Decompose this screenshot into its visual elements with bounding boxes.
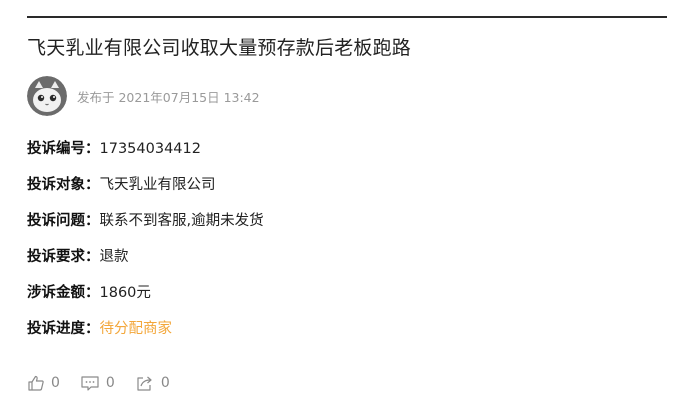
detail-label: 投诉要求： [27, 249, 100, 265]
detail-row-progress: 投诉进度：待分配商家 [27, 317, 172, 338]
top-divider [27, 16, 667, 18]
comment-count: 0 [105, 375, 115, 391]
detail-label: 投诉对象： [27, 177, 100, 193]
detail-label: 投诉进度： [27, 321, 100, 337]
action-bar: 0 0 0 [27, 372, 190, 394]
detail-value: 退款 [99, 249, 129, 265]
post-timestamp: 发布于 2021年07月15日 13:42 [77, 89, 260, 105]
detail-label: 涉诉金额： [27, 285, 100, 301]
detail-value: 飞天乳业有限公司 [99, 177, 216, 193]
detail-value: 联系不到客服,逾期未发货 [99, 213, 264, 229]
comment-button[interactable]: 0 [80, 374, 115, 392]
like-button[interactable]: 0 [27, 374, 60, 392]
like-count: 0 [51, 375, 60, 391]
detail-value: 1860元 [99, 285, 151, 301]
post-meta: 发布于 2021年07月15日 13:42 [27, 76, 260, 116]
share-button[interactable]: 0 [135, 374, 170, 392]
detail-row-complaint-number: 投诉编号：17354034412 [27, 137, 201, 158]
detail-row-complaint-issue: 投诉问题：联系不到客服,逾期未发货 [27, 209, 264, 230]
share-icon [137, 376, 152, 391]
comment-icon [81, 376, 99, 391]
thumbs-up-icon [28, 375, 44, 391]
page-title: 飞天乳业有限公司收取大量预存款后老板跑路 [27, 37, 412, 59]
detail-row-amount: 涉诉金额：1860元 [27, 281, 151, 302]
detail-row-complaint-request: 投诉要求：退款 [27, 245, 129, 266]
cat-avatar-icon [27, 76, 67, 116]
detail-value: 17354034412 [99, 141, 201, 157]
status-badge: 待分配商家 [99, 321, 173, 337]
avatar[interactable] [27, 76, 67, 116]
detail-label: 投诉问题： [27, 213, 100, 229]
detail-row-complaint-target: 投诉对象：飞天乳业有限公司 [27, 173, 216, 194]
detail-label: 投诉编号： [27, 141, 100, 157]
share-count: 0 [160, 375, 170, 391]
